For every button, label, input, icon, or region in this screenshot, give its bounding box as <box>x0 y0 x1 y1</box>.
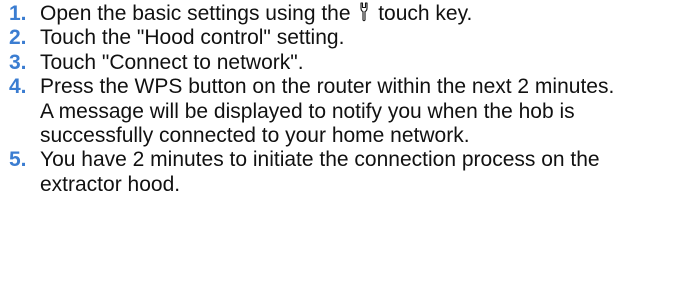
step-1: 1. Open the basic settings using the tou… <box>0 2 682 26</box>
step-text-part: touch key. <box>378 2 473 25</box>
step-number: 5. <box>9 148 27 172</box>
step-2: 2. Touch the "Hood control" setting. <box>0 26 682 50</box>
step-5: 5. You have 2 minutes to initiate the co… <box>0 148 682 197</box>
step-text: Touch "Connect to network". <box>40 50 304 74</box>
step-text: You have 2 minutes to initiate the conne… <box>40 148 600 196</box>
wrench-icon <box>358 2 370 22</box>
step-4: 4. Press the WPS button on the router wi… <box>0 75 682 148</box>
instruction-steps: 1. Open the basic settings using the tou… <box>0 2 682 197</box>
step-number: 1. <box>9 2 27 25</box>
step-text: Press the WPS button on the router withi… <box>40 75 615 99</box>
step-number: 4. <box>9 75 27 99</box>
step-number: 3. <box>9 50 27 74</box>
step-3: 3. Touch "Connect to network". <box>0 51 682 75</box>
step-text: Open the basic settings using the touch … <box>40 2 682 26</box>
step-note: A message will be displayed to notify yo… <box>40 99 575 148</box>
step-text: Touch the "Hood control" setting. <box>40 26 345 50</box>
step-text-part: Open the basic settings using the <box>40 2 351 25</box>
step-number: 2. <box>9 26 27 50</box>
